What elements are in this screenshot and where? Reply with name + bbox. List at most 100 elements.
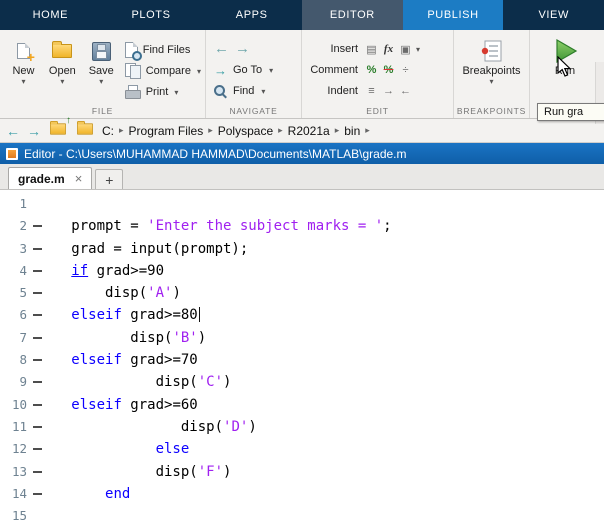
open-folder-icon — [52, 38, 73, 64]
executable-line-marker — [30, 483, 46, 505]
code-line[interactable]: 2 prompt = 'Enter the subject marks = '; — [0, 215, 604, 237]
code-text: elseif grad>=80 — [46, 304, 201, 326]
smart-indent-icon[interactable]: ≡ — [364, 85, 379, 97]
token-plain: ) — [223, 374, 232, 391]
token-keyword: end — [105, 485, 131, 502]
compare-button[interactable]: Compare ▾ — [124, 62, 201, 80]
ribbon-tab-strip: HOME PLOTS APPS EDITOR PUBLISH VIEW — [0, 0, 604, 30]
token-plain: disp( — [46, 463, 198, 480]
breadcrumb-item[interactable]: C: — [102, 124, 114, 138]
token-plain: grad>=90 — [88, 262, 165, 279]
code-editor[interactable]: 1 2 prompt = 'Enter the subject marks = '… — [0, 190, 604, 525]
chevron-down-icon[interactable]: ▾ — [269, 66, 273, 75]
browse-for-folder-icon[interactable] — [75, 121, 95, 139]
save-button[interactable]: Save ▾ — [82, 34, 121, 104]
forward-arrow-icon[interactable]: → — [235, 41, 250, 56]
back-arrow-icon[interactable]: ← — [6, 124, 20, 138]
indent-label: Indent — [327, 85, 358, 97]
token-string: 'F' — [197, 463, 224, 480]
breadcrumb-separator-icon: ▸ — [278, 125, 283, 135]
ribbon-tab-editor[interactable]: EDITOR — [302, 0, 403, 30]
find-files-icon — [124, 42, 142, 61]
code-text: disp('D') — [46, 416, 257, 438]
text-caret — [198, 307, 201, 323]
breakpoints-icon — [480, 38, 504, 64]
find-files-button[interactable]: Find Files — [124, 41, 201, 61]
code-line[interactable]: 11 disp('D') — [0, 416, 604, 438]
tab-grade-m[interactable]: grade.m × — [8, 167, 93, 189]
chevron-down-icon[interactable]: ▾ — [197, 67, 201, 76]
chevron-down-icon[interactable]: ▾ — [489, 78, 493, 86]
code-line[interactable]: 7 disp('B') — [0, 327, 604, 349]
decrease-indent-icon[interactable]: ← — [398, 85, 413, 97]
line-number: 1 — [19, 196, 27, 211]
breadcrumb-item[interactable]: Program Files — [129, 124, 204, 138]
breadcrumb-item[interactable]: R2021a — [288, 124, 330, 138]
code-line[interactable]: 3 grad = input(prompt); — [0, 238, 604, 260]
insert-image-icon[interactable]: ▣ — [398, 43, 413, 56]
code-line[interactable]: 8 elseif grad>=70 — [0, 349, 604, 371]
goto-button[interactable]: → Go To ▾ — [210, 61, 297, 79]
code-line[interactable]: 9 disp('C') — [0, 371, 604, 393]
line-number: 2 — [19, 218, 27, 234]
new-tab-button[interactable]: + — [95, 169, 124, 189]
insert-function-icon[interactable]: fx — [381, 43, 396, 55]
ribbon-tab-publish[interactable]: PUBLISH — [402, 0, 504, 30]
code-text: elseif grad>=60 — [46, 394, 197, 416]
indent-row: Indent ≡ → ← — [306, 82, 449, 100]
code-line[interactable]: 13 disp('F') — [0, 461, 604, 483]
ribbon-tab-plots[interactable]: PLOTS — [101, 0, 202, 30]
close-icon[interactable]: × — [75, 171, 83, 186]
ribbon-tab-home[interactable]: HOME — [0, 0, 101, 30]
code-text: disp('B') — [46, 327, 206, 349]
breadcrumb-item[interactable]: bin — [344, 124, 360, 138]
chevron-down-icon[interactable]: ▾ — [99, 78, 103, 86]
chevron-down-icon[interactable]: ▾ — [60, 78, 64, 86]
code-line[interactable]: 15 — [0, 505, 604, 525]
chevron-down-icon[interactable]: ▾ — [21, 78, 25, 86]
open-button[interactable]: Open ▾ — [43, 34, 82, 104]
code-lines: 1 2 prompt = 'Enter the subject marks = '… — [0, 193, 604, 525]
code-text: elseif grad>=70 — [46, 349, 197, 371]
breadcrumb-item[interactable]: Polyspace — [218, 124, 273, 138]
up-one-level-icon[interactable]: ↑ — [48, 115, 71, 139]
code-line[interactable]: 14 end — [0, 483, 604, 505]
find-button[interactable]: Find ▾ — [210, 82, 297, 100]
increase-indent-icon[interactable]: → — [381, 85, 396, 97]
insert-section-icon[interactable]: ▤ — [364, 43, 379, 56]
print-button[interactable]: Print ▾ — [124, 83, 201, 101]
token-keyword: elseif — [71, 307, 122, 324]
back-arrow-icon[interactable]: ← — [214, 41, 229, 56]
plus-icon: + — [105, 171, 114, 188]
code-line[interactable]: 6 elseif grad>=80 — [0, 304, 604, 326]
executable-line-marker — [30, 327, 46, 349]
code-line[interactable]: 4 if grad>=90 — [0, 260, 604, 282]
uncomment-icon[interactable]: % — [381, 64, 396, 76]
print-label: Print — [145, 86, 169, 98]
breadcrumb-separator-icon: ▸ — [208, 125, 213, 135]
chevron-down-icon[interactable]: ▾ — [261, 87, 265, 96]
breakpoints-button[interactable]: Breakpoints ▾ — [462, 34, 521, 104]
line-number: 13 — [11, 463, 27, 479]
executable-line-marker — [30, 371, 46, 393]
code-line[interactable]: 12 else — [0, 438, 604, 460]
wrap-comments-icon[interactable]: ÷ — [398, 64, 413, 76]
code-line[interactable]: 10 elseif grad>=60 — [0, 394, 604, 416]
mouse-cursor — [556, 55, 576, 83]
tab-label: grade.m — [18, 171, 65, 186]
line-marker-empty — [30, 193, 46, 215]
ribbon-tab-apps[interactable]: APPS — [201, 0, 302, 30]
code-line[interactable]: 5 disp('A') — [0, 282, 604, 304]
comment-icon[interactable]: % — [364, 64, 379, 76]
code-line[interactable]: 1 — [0, 193, 604, 215]
line-number: 7 — [19, 329, 27, 345]
chevron-down-icon[interactable]: ▾ — [174, 88, 178, 97]
new-button[interactable]: New ▾ — [4, 34, 43, 104]
ribbon-toolbar: New ▾ Open ▾ Save ▾ Find Files — [0, 30, 604, 124]
executable-line-marker — [30, 349, 46, 371]
save-icon — [91, 38, 111, 64]
navigate-section-label: NAVIGATE — [229, 106, 278, 116]
ribbon-tab-view[interactable]: VIEW — [503, 0, 604, 30]
chevron-down-icon[interactable]: ▾ — [416, 45, 420, 54]
forward-arrow-icon[interactable]: → — [27, 124, 41, 138]
